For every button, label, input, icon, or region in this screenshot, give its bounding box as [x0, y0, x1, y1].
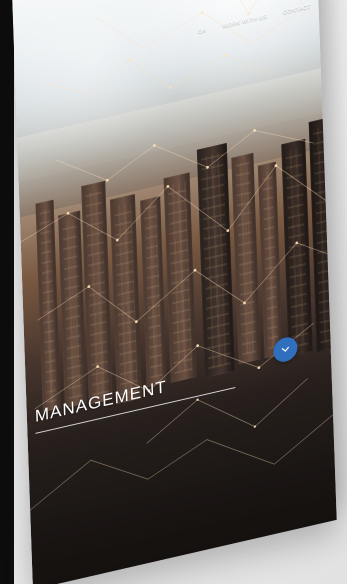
website-preview-sheet: CH WORK WITH US CONTACT MANAGEMENT	[12, 0, 337, 584]
chevron-down-icon	[281, 346, 289, 352]
left-screen-bezel	[0, 0, 14, 584]
